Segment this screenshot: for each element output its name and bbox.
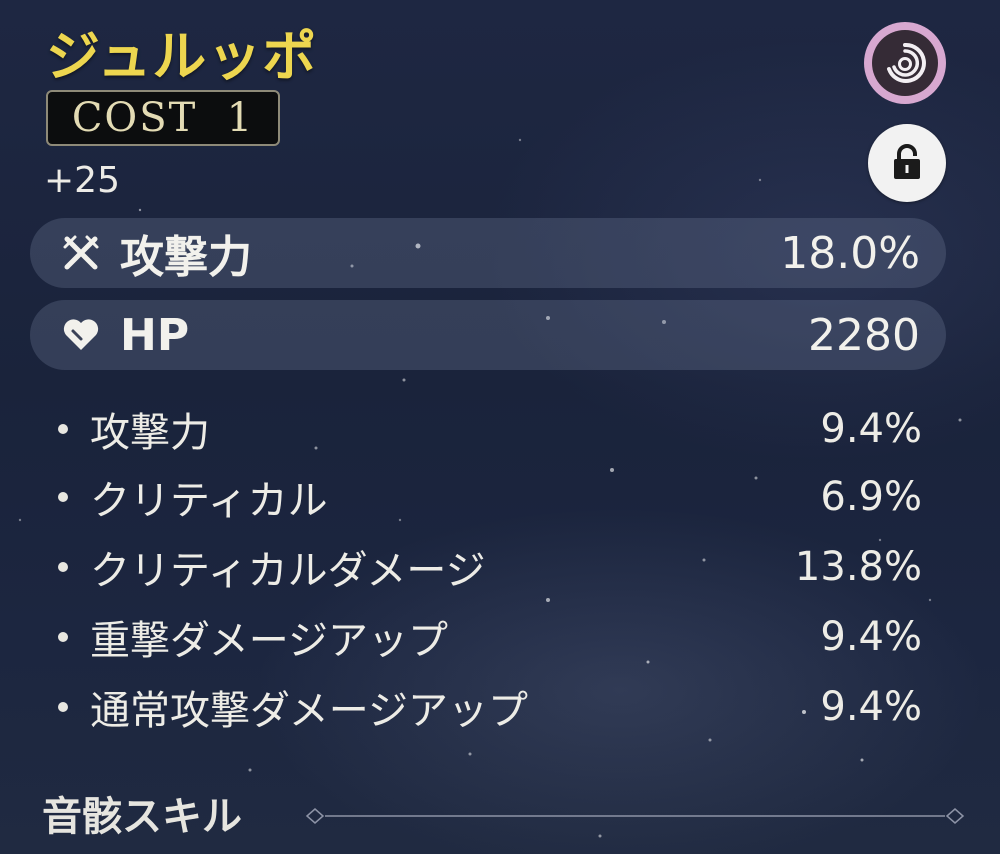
echo-skill-section-title: 音骸スキル — [42, 794, 242, 840]
sub-stat-value: 6.9% — [820, 474, 922, 520]
sub-stat-name: クリティカル — [90, 478, 328, 524]
sub-stat-name: 通常攻撃ダメージアップ — [90, 688, 528, 734]
main-stat-value: 18.0% — [780, 227, 920, 279]
echo-level: +25 — [44, 160, 120, 201]
sub-stat-row: 通常攻撃ダメージアップ 9.4% — [52, 674, 922, 740]
sub-stat-row: 重撃ダメージアップ 9.4% — [52, 604, 922, 670]
sub-stat-name: 重撃ダメージアップ — [90, 618, 448, 664]
sub-stat-value: 9.4% — [820, 684, 922, 730]
section-divider — [305, 808, 965, 824]
bullet-dot — [58, 702, 68, 712]
sub-stat-name: クリティカルダメージ — [90, 548, 486, 594]
cost-label: COST 1 — [71, 95, 255, 141]
lock-toggle-button[interactable] — [868, 124, 946, 202]
sub-stat-row: クリティカルダメージ 13.8% — [52, 534, 922, 600]
cost-badge: COST 1 — [46, 90, 280, 146]
sub-stat-value: 13.8% — [794, 544, 922, 590]
main-stat-row: 攻撃力 18.0% — [30, 218, 946, 288]
sub-stat-value: 9.4% — [820, 406, 922, 452]
sub-stat-value: 9.4% — [820, 614, 922, 660]
unlock-icon — [894, 144, 920, 179]
heart-icon — [56, 310, 106, 360]
bullet-dot — [58, 632, 68, 642]
sub-stat-row: 攻撃力 9.4% — [52, 396, 922, 462]
main-stat-value: 2280 — [808, 309, 920, 361]
sonata-swirl-icon[interactable] — [864, 22, 946, 104]
bullet-dot — [58, 562, 68, 572]
main-stat-name: 攻撃力 — [120, 232, 252, 283]
main-stat-row: HP 2280 — [30, 300, 946, 370]
echo-name: ジュルッポ — [46, 25, 318, 88]
bullet-dot — [58, 492, 68, 502]
sub-stat-name: 攻撃力 — [90, 410, 210, 456]
bullet-dot — [58, 424, 68, 434]
crossed-swords-icon — [56, 228, 106, 278]
main-stat-name: HP — [120, 309, 190, 361]
sub-stat-row: クリティカル 6.9% — [52, 464, 922, 530]
